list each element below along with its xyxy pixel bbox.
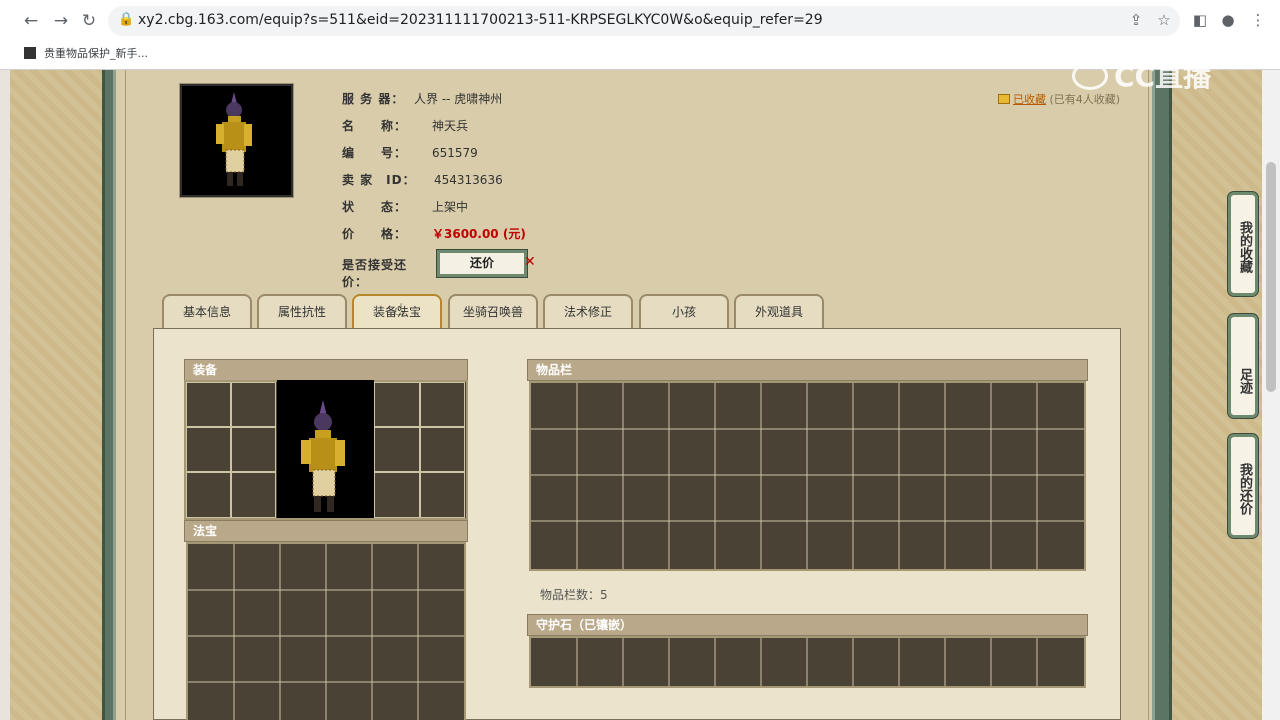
watermark: CC直播: [1072, 55, 1211, 95]
status-row: 状 态： 上架中: [342, 198, 468, 215]
hand-cursor-icon: ☝: [394, 300, 404, 319]
fabao-grid-lines: [188, 544, 464, 720]
page-scrollbar[interactable]: [1262, 70, 1280, 720]
price-label: 价 格：: [342, 227, 408, 241]
server-value: 人界 -- 虎啸神州: [414, 92, 503, 106]
equip-slot[interactable]: [420, 472, 465, 518]
equip-heading: 装备: [184, 359, 468, 381]
lock-icon[interactable]: 🔒: [118, 12, 134, 27]
tab-mounts[interactable]: 坐骑召唤兽: [448, 294, 538, 329]
bookmark-star-icon[interactable]: ☆: [1154, 10, 1174, 30]
equip-slot[interactable]: [231, 427, 276, 472]
left-frame: [102, 70, 116, 720]
left-edge: [0, 70, 10, 720]
favorite-link[interactable]: 已收藏: [1013, 93, 1046, 106]
equip-slot[interactable]: [420, 427, 465, 472]
name-label: 名 称：: [342, 119, 408, 133]
watermark-text: CC直播: [1114, 60, 1212, 93]
profile-icon[interactable]: ●: [1218, 10, 1238, 30]
tab-basic-info[interactable]: 基本信息: [162, 294, 252, 329]
name-row: 名 称： 神天兵: [342, 117, 468, 134]
tab-attributes[interactable]: 属性抗性: [257, 294, 347, 329]
equip-slot[interactable]: [186, 427, 231, 472]
url-text[interactable]: xy2.cbg.163.com/equip?s=511&eid=20231111…: [138, 12, 823, 28]
status-label: 状 态：: [342, 200, 408, 214]
reload-icon[interactable]: ↻: [78, 10, 100, 32]
id-label: 编 号：: [342, 146, 408, 160]
share-icon[interactable]: ⇪: [1126, 10, 1146, 30]
cc-logo-icon: [1072, 62, 1108, 90]
footprints-tab[interactable]: 足迹: [1228, 314, 1258, 418]
folder-icon: [998, 94, 1010, 104]
seller-value: 454313636: [434, 173, 503, 187]
tab-children[interactable]: 小孩: [639, 294, 729, 329]
price-value: ￥3600.00 (元): [432, 227, 526, 241]
right-frame: [1152, 70, 1172, 720]
inventory-count: 物品栏数：5: [540, 588, 608, 602]
address-bar[interactable]: 🔒 xy2.cbg.163.com/equip?s=511&eid=202311…: [108, 6, 1180, 36]
left-pattern-bg: [0, 70, 112, 720]
server-row: 服 务 器： 人界 -- 虎啸神州: [342, 90, 502, 107]
inventory-heading: 物品栏: [527, 359, 1088, 381]
fabao-grid: [186, 542, 466, 720]
equip-slot[interactable]: [186, 472, 231, 518]
my-favorites-tab[interactable]: 我的收藏: [1228, 192, 1258, 296]
tab-spells[interactable]: 法术修正: [543, 294, 633, 329]
menu-icon[interactable]: ⋮: [1248, 10, 1268, 30]
guard-stone-heading: 守护石（已镶嵌）: [527, 614, 1088, 636]
bargain-label: 是否接受还价：: [342, 258, 408, 289]
bookmark-item[interactable]: 贵重物品保护_新手...: [24, 45, 148, 61]
id-value: 651579: [432, 146, 478, 160]
bookmark-label: 贵重物品保护_新手...: [44, 47, 148, 60]
equip-slot[interactable]: [420, 382, 465, 427]
status-value: 上架中: [432, 200, 469, 214]
price-row: 价 格： ￥3600.00 (元): [342, 225, 526, 242]
id-row: 编 号： 651579: [342, 144, 478, 161]
warrior-figure-icon: [301, 400, 345, 512]
bargain-button[interactable]: 还价: [437, 250, 527, 277]
equip-slot[interactable]: [231, 472, 276, 518]
equip-slot[interactable]: [374, 427, 420, 472]
my-bargains-tab[interactable]: 我的还价: [1228, 434, 1258, 538]
back-icon[interactable]: ←: [20, 10, 42, 32]
bargain-row: 是否接受还价：: [342, 256, 432, 290]
character-model: [277, 380, 374, 518]
close-icon[interactable]: ✕: [524, 254, 536, 270]
scrollbar-thumb[interactable]: [1266, 162, 1276, 392]
inventory-grid-lines: [531, 383, 1084, 569]
favicon-icon: [24, 47, 36, 59]
equip-slot[interactable]: [374, 382, 420, 427]
guard-stone-grid-lines: [576, 638, 1038, 686]
tab-appearance[interactable]: 外观道具: [734, 294, 824, 329]
name-value: 神天兵: [432, 119, 469, 133]
forward-icon[interactable]: →: [50, 10, 72, 32]
seller-row: 卖 家 ID： 454313636: [342, 171, 503, 188]
server-label: 服 务 器：: [342, 92, 405, 106]
inventory-grid: [529, 381, 1086, 571]
seller-label: 卖 家 ID：: [342, 173, 416, 187]
guard-stone-grid: [529, 636, 1086, 688]
equip-slot[interactable]: [186, 382, 231, 427]
equip-slot[interactable]: [374, 472, 420, 518]
equip-slot[interactable]: [231, 382, 276, 427]
character-thumbnail: [180, 84, 293, 197]
fabao-heading: 法宝: [184, 520, 468, 542]
sidepanel-icon[interactable]: ◧: [1190, 10, 1210, 30]
warrior-figure-icon: [216, 92, 252, 186]
